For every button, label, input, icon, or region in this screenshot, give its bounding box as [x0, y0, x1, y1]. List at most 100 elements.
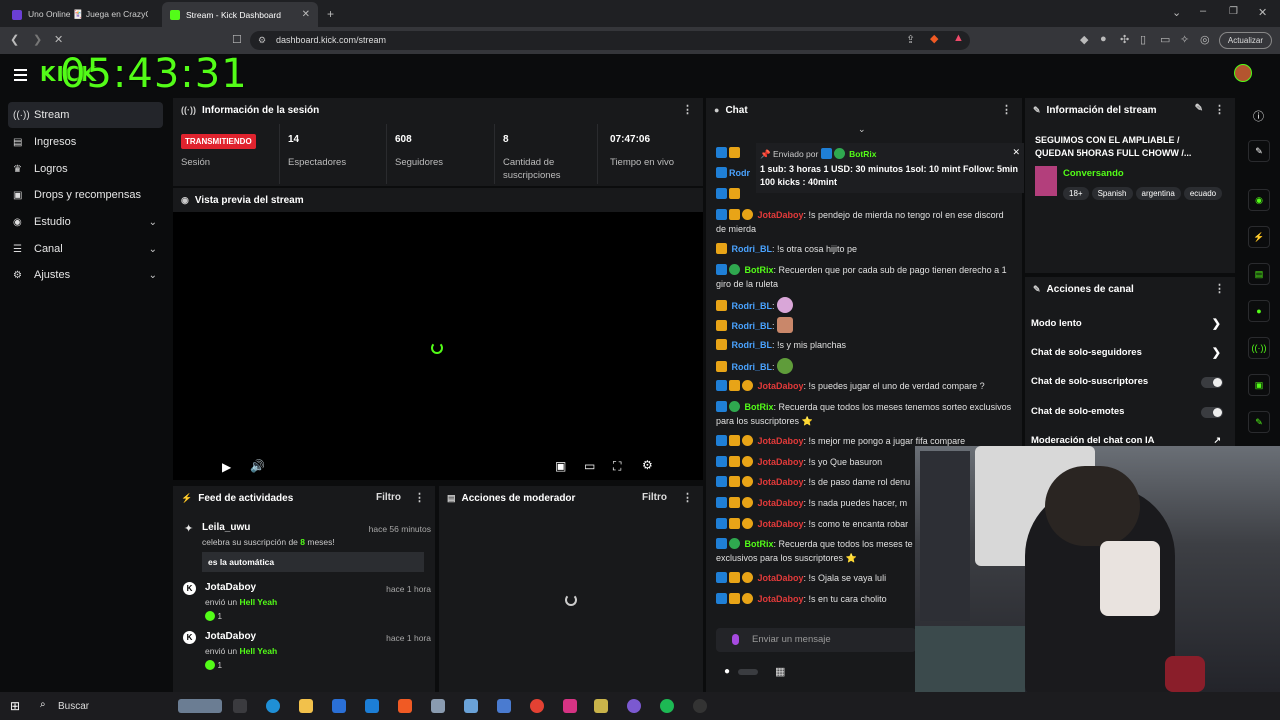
info-icon[interactable]: ⓘ — [1253, 108, 1264, 124]
rail-moderator-button[interactable]: ▣ — [1248, 374, 1270, 396]
mail-icon[interactable] — [365, 699, 379, 713]
more-options-icon[interactable]: ⋮ — [1214, 103, 1225, 116]
close-window-icon[interactable]: ✕ — [1258, 6, 1267, 19]
widget-icon[interactable] — [178, 699, 222, 713]
eye-icon: ◉ — [181, 194, 189, 205]
chat-toggle[interactable] — [738, 669, 758, 675]
rail-lightning-button[interactable]: ⚡ — [1248, 226, 1270, 248]
filter-button[interactable]: Filtro — [376, 492, 401, 503]
instagram-icon[interactable] — [563, 699, 577, 713]
sidebar-item-estudio[interactable]: ◉ Estudio ⌄ — [8, 209, 163, 235]
chat-message: Rodri_BL: !s y mis planchas — [716, 338, 1016, 352]
sidebar-item-canal[interactable]: ☰ Canal ⌄ — [8, 236, 163, 262]
more-options-icon[interactable]: ⋮ — [414, 491, 425, 504]
category-name[interactable]: Conversando — [1063, 168, 1124, 179]
emote-picker-icon[interactable]: ● — [724, 666, 730, 677]
minimize-icon[interactable]: – — [1200, 5, 1206, 17]
maximize-icon[interactable]: ❐ — [1229, 6, 1238, 17]
sidebar-item-stream[interactable]: ((·)) Stream — [8, 102, 163, 128]
spotify-icon[interactable] — [660, 699, 674, 713]
back-icon[interactable]: ❮ — [10, 33, 19, 46]
extension-icon[interactable]: ◆ — [1080, 33, 1088, 46]
share-icon[interactable]: ⇪ — [906, 33, 915, 46]
unpin-icon[interactable]: ✕ — [1012, 147, 1020, 158]
menu-icon[interactable] — [14, 69, 27, 84]
file-explorer-icon[interactable] — [299, 699, 313, 713]
vpn-icon[interactable]: ◎ — [1200, 33, 1210, 46]
wrench-icon: ✎ — [1033, 283, 1041, 294]
followers-only-row[interactable]: Chat de solo-seguidores ❯ — [1031, 347, 1231, 367]
trophy-icon: ♛ — [13, 163, 22, 175]
forward-icon[interactable]: ❯ — [33, 33, 42, 46]
bookmark-icon[interactable]: ☐ — [232, 33, 242, 46]
avatar[interactable] — [1234, 64, 1252, 82]
settings-icon[interactable]: ⚙ — [642, 458, 653, 472]
puzzle-icon[interactable]: ✣ — [1120, 33, 1129, 46]
browser-tab-kick[interactable]: Stream - Kick Dashboard ✕ — [162, 2, 318, 27]
task-view-icon[interactable] — [233, 699, 247, 713]
activity-feed-panel: ⚡ Feed de actividades Filtro ⋮ ✦ Leila_u… — [173, 486, 435, 692]
rail-camera-button[interactable]: ◉ — [1248, 189, 1270, 211]
sidebar-item-drops[interactable]: ▣ Drops y recompensas — [8, 182, 163, 208]
edge-icon[interactable] — [266, 699, 280, 713]
brave-shield-icon[interactable]: ◆ — [930, 32, 938, 45]
external-link-icon: ↗ — [1213, 435, 1221, 445]
rail-document-button[interactable]: ▤ — [1248, 263, 1270, 285]
stream-preview-player[interactable]: ▶ 🔊 ▣ ▭ ⛶ ⚙ — [173, 212, 703, 480]
close-tab-icon[interactable]: ✕ — [302, 9, 310, 20]
more-options-icon[interactable]: ⋮ — [1001, 103, 1012, 116]
brave-rewards-icon[interactable]: ▲ — [953, 32, 964, 44]
fullscreen-icon[interactable]: ⛶ — [613, 459, 621, 474]
store-icon[interactable] — [332, 699, 346, 713]
emotes-only-row: Chat de solo-emotes — [1031, 406, 1231, 426]
site-info-icon[interactable]: ⚙ — [258, 31, 266, 50]
app-icon[interactable] — [497, 699, 511, 713]
app-icon[interactable] — [464, 699, 478, 713]
search-icon[interactable]: ⌕ — [40, 699, 46, 710]
sidebar-item-ingresos[interactable]: ▤ Ingresos — [8, 129, 163, 155]
more-options-icon[interactable]: ⋮ — [1214, 282, 1225, 295]
chat-input[interactable]: Enviar un mensaje — [716, 628, 916, 652]
edit-icon[interactable]: ✎ — [1195, 103, 1203, 114]
app-icon[interactable] — [627, 699, 641, 713]
tab-search-icon[interactable]: ⌄ — [1172, 6, 1181, 19]
subscribers-only-toggle[interactable] — [1201, 377, 1223, 388]
wallet-icon[interactable]: ▭ — [1160, 33, 1170, 46]
more-options-icon[interactable]: ⋮ — [682, 491, 693, 504]
update-button[interactable]: Actualizar — [1218, 32, 1272, 49]
taskbar-search[interactable]: Buscar — [58, 701, 89, 712]
emotes-only-toggle[interactable] — [1201, 407, 1223, 418]
sidebar-toggle-icon[interactable]: ▯ — [1140, 33, 1146, 46]
browser-tab-uno[interactable]: Uno Online 🃏 Juega en CrazyGam — [4, 2, 162, 27]
obs-icon[interactable] — [693, 699, 707, 713]
more-options-icon[interactable]: ⋮ — [682, 103, 693, 116]
subscription-icon: ✦ — [184, 523, 194, 535]
store-icon[interactable]: ▦ — [775, 665, 785, 678]
windows-start-icon[interactable]: ⊞ — [10, 699, 20, 713]
microphone-icon[interactable] — [732, 634, 739, 645]
extension-icon[interactable]: ● — [1100, 33, 1107, 45]
play-icon[interactable]: ▶ — [222, 460, 231, 474]
app-icon[interactable] — [431, 699, 445, 713]
picture-in-picture-icon[interactable]: ▣ — [555, 459, 566, 473]
filter-button[interactable]: Filtro — [642, 492, 667, 503]
stop-loading-icon[interactable]: ✕ — [54, 33, 63, 46]
leo-icon[interactable]: ✧ — [1180, 33, 1189, 46]
address-bar[interactable]: ⚙ dashboard.kick.com/stream — [250, 31, 970, 50]
chrome-icon[interactable] — [530, 699, 544, 713]
ai-moderation-row[interactable]: Moderación del chat con IA ↗ — [1031, 435, 1231, 446]
browser-tabbar: Uno Online 🃏 Juega en CrazyGam Stream - … — [0, 0, 1280, 27]
collapse-pinned-icon[interactable]: ⌄ — [858, 124, 866, 135]
edit-layout-button[interactable]: ✎ — [1248, 140, 1270, 162]
rail-broadcast-button[interactable]: ((·)) — [1248, 337, 1270, 359]
theater-mode-icon[interactable]: ▭ — [584, 459, 595, 473]
app-icon[interactable] — [594, 699, 608, 713]
rail-chat-button[interactable]: ● — [1248, 300, 1270, 322]
brave-icon[interactable] — [398, 699, 412, 713]
sidebar-item-logros[interactable]: ♛ Logros — [8, 156, 163, 182]
rail-wrench-button[interactable]: ✎ — [1248, 411, 1270, 433]
volume-icon[interactable]: 🔊 — [250, 459, 265, 473]
new-tab-icon[interactable]: + — [327, 7, 334, 21]
sidebar-item-ajustes[interactable]: ⚙ Ajustes ⌄ — [8, 262, 163, 288]
slow-mode-row[interactable]: Modo lento ❯ — [1031, 318, 1231, 338]
